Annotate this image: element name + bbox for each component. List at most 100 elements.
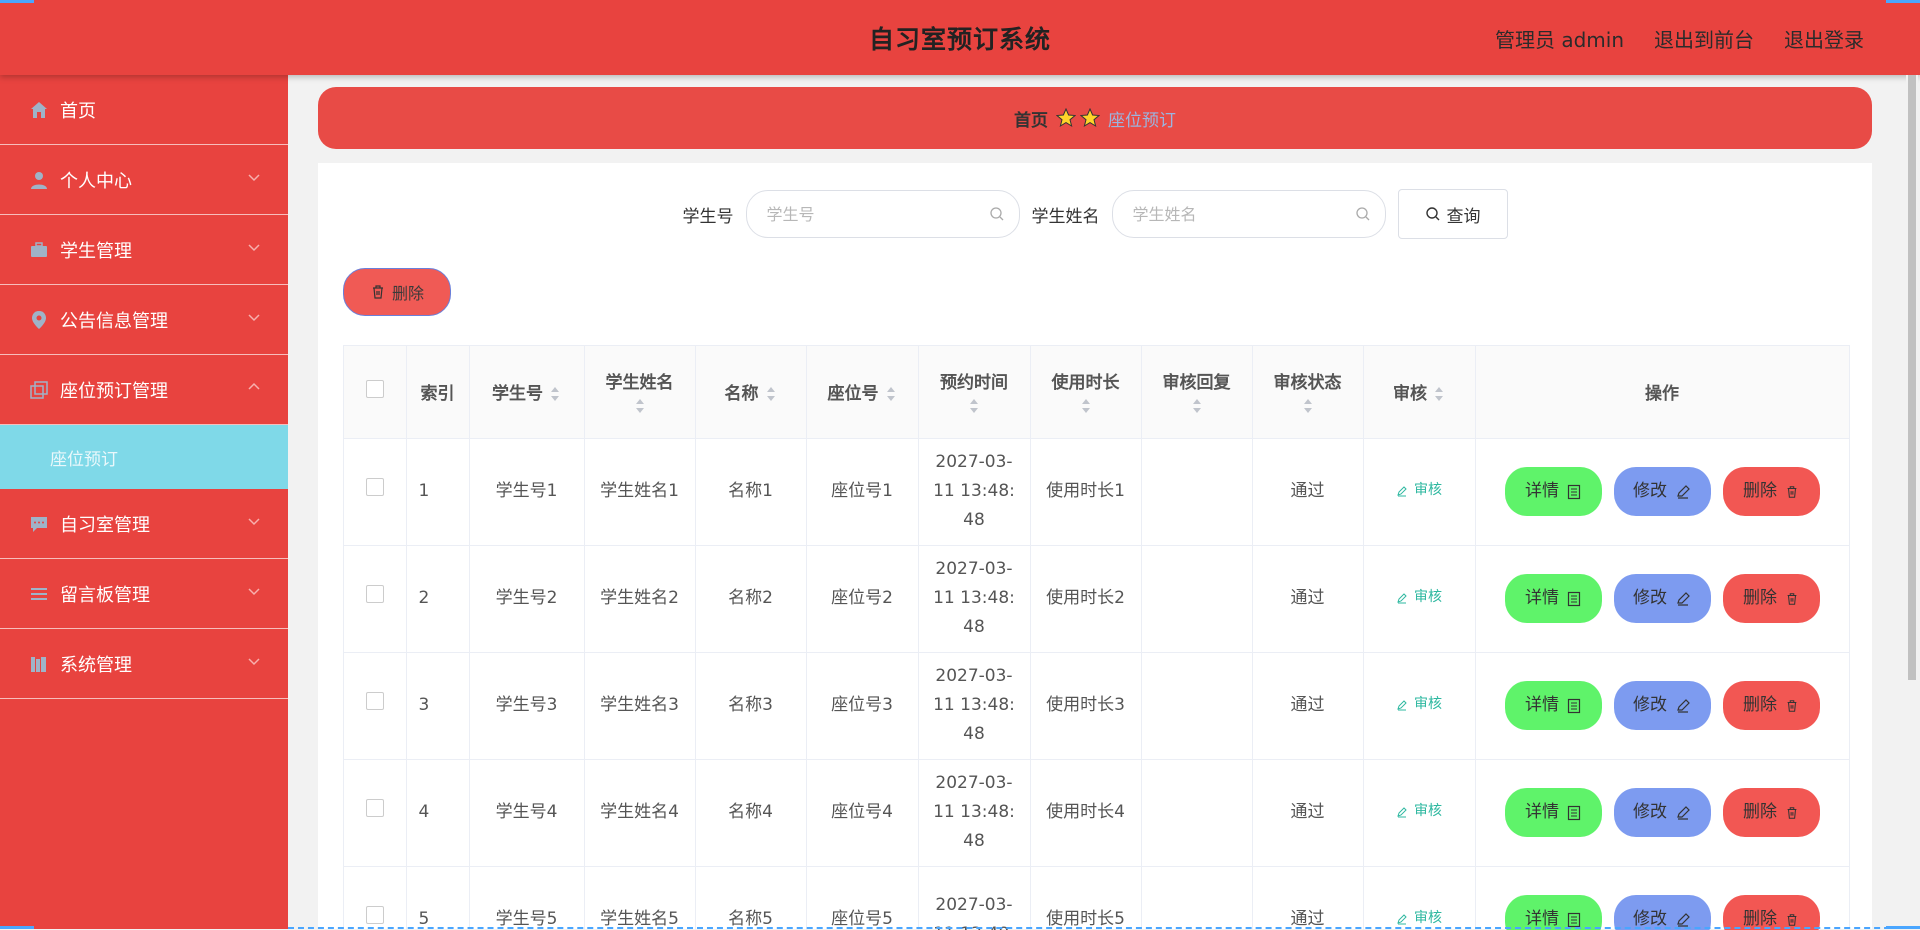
header-student-no[interactable]: 学生号: [469, 346, 584, 438]
header-audit[interactable]: 审核: [1363, 346, 1475, 438]
sidebar-item-message-board-management[interactable]: 留言板管理: [0, 559, 288, 629]
sort-icon[interactable]: [968, 397, 980, 415]
sort-icon[interactable]: [765, 385, 777, 403]
sidebar-item-study-room-management[interactable]: 自习室管理: [0, 489, 288, 559]
sidebar-subitem-seat-booking[interactable]: 座位预订: [0, 425, 288, 489]
detail-button[interactable]: 详情: [1505, 574, 1602, 623]
sort-icon[interactable]: [634, 397, 646, 415]
scrollbar-thumb[interactable]: [1908, 75, 1916, 680]
detail-button-label: 详情: [1525, 584, 1559, 613]
edit-button-label: 修改: [1633, 691, 1667, 720]
sidebar-item-system-management[interactable]: 系统管理: [0, 629, 288, 699]
sidebar-item-student-management[interactable]: 学生管理: [0, 215, 288, 285]
document-icon: [1567, 591, 1581, 607]
sort-icon[interactable]: [549, 385, 561, 403]
pin-icon: [28, 309, 50, 331]
student-name-input[interactable]: [1131, 204, 1355, 225]
edit-button[interactable]: 修改: [1614, 574, 1711, 623]
cell-name: 名称3: [695, 652, 806, 759]
cell-student-no: 学生号4: [469, 759, 584, 866]
checkbox[interactable]: [366, 799, 384, 817]
cell-booking-time: 2027-03-11 13:48:48: [918, 438, 1030, 545]
delete-button[interactable]: 删除: [1723, 895, 1820, 930]
cell-student-no: 学生号2: [469, 545, 584, 652]
sort-icon[interactable]: [885, 385, 897, 403]
delete-button[interactable]: 删除: [1723, 574, 1820, 623]
checkbox[interactable]: [366, 906, 384, 924]
delete-button[interactable]: 删除: [1723, 681, 1820, 730]
checkbox[interactable]: [366, 380, 384, 398]
delete-button-label: 删除: [1743, 477, 1777, 506]
header-actions: 操作: [1475, 346, 1849, 438]
header-label: 使用时长: [1052, 373, 1120, 393]
chevron-down-icon: [246, 513, 262, 529]
header-student-name[interactable]: 学生姓名: [584, 346, 695, 438]
exit-to-front-link[interactable]: 退出到前台: [1654, 24, 1754, 53]
row-select[interactable]: [344, 866, 406, 930]
user-icon: [28, 169, 50, 191]
header-duration[interactable]: 使用时长: [1030, 346, 1141, 438]
header-select-all[interactable]: [344, 346, 406, 438]
detail-button[interactable]: 详情: [1505, 895, 1602, 930]
audit-link[interactable]: 审核: [1396, 583, 1442, 612]
header-audit-status[interactable]: 审核状态: [1252, 346, 1363, 438]
checkbox[interactable]: [366, 692, 384, 710]
row-select[interactable]: [344, 438, 406, 545]
library-icon: [28, 653, 50, 675]
header-booking-time[interactable]: 预约时间: [918, 346, 1030, 438]
sidebar-item-personal-center[interactable]: 个人中心: [0, 145, 288, 215]
time-line: 48: [925, 506, 1024, 535]
cell-actions: 详情修改删除: [1475, 866, 1849, 930]
sidebar-item-home[interactable]: 首页: [0, 75, 288, 145]
cell-audit-status: 通过: [1252, 545, 1363, 652]
audit-link[interactable]: 审核: [1396, 690, 1442, 719]
query-button[interactable]: 查询: [1398, 189, 1508, 239]
main-content: 首页 座位预订 学生号 学生姓名 查询 删除: [288, 75, 1920, 929]
audit-link[interactable]: 审核: [1396, 797, 1442, 826]
sort-icon[interactable]: [1433, 385, 1445, 403]
header-label: 名称: [725, 384, 759, 404]
edit-button-label: 修改: [1633, 584, 1667, 613]
row-select[interactable]: [344, 759, 406, 866]
header-seat[interactable]: 座位号: [806, 346, 918, 438]
header-label: 审核回复: [1163, 373, 1231, 393]
student-no-input[interactable]: [765, 204, 989, 225]
cell-student-name: 学生姓名4: [584, 759, 695, 866]
trash-icon: [1785, 591, 1799, 607]
edit-button[interactable]: 修改: [1614, 467, 1711, 516]
checkbox[interactable]: [366, 585, 384, 603]
sort-icon[interactable]: [1080, 397, 1092, 415]
logout-link[interactable]: 退出登录: [1784, 24, 1864, 53]
edit-button[interactable]: 修改: [1614, 788, 1711, 837]
row-select[interactable]: [344, 652, 406, 759]
time-line: 2027-03-: [925, 555, 1024, 584]
bulk-delete-button[interactable]: 删除: [343, 268, 451, 316]
header-label: 学生号: [492, 384, 543, 404]
header-label: 预约时间: [940, 373, 1008, 393]
breadcrumb-home[interactable]: 首页: [1014, 106, 1048, 131]
checkbox[interactable]: [366, 478, 384, 496]
vertical-scrollbar[interactable]: [1906, 75, 1918, 929]
sort-icon[interactable]: [1191, 397, 1203, 415]
delete-button[interactable]: 删除: [1723, 788, 1820, 837]
delete-button[interactable]: 删除: [1723, 467, 1820, 516]
sort-icon[interactable]: [1302, 397, 1314, 415]
detail-button[interactable]: 详情: [1505, 681, 1602, 730]
search-icon: [989, 206, 1005, 222]
detail-button[interactable]: 详情: [1505, 467, 1602, 516]
header-name[interactable]: 名称: [695, 346, 806, 438]
admin-user-label[interactable]: 管理员 admin: [1495, 24, 1624, 53]
audit-link[interactable]: 审核: [1396, 476, 1442, 505]
header-label: 学生姓名: [606, 373, 674, 393]
sidebar-item-seat-booking-management[interactable]: 座位预订管理: [0, 355, 288, 425]
cell-name: 名称1: [695, 438, 806, 545]
time-line: 2027-03-: [925, 769, 1024, 798]
edit-button[interactable]: 修改: [1614, 681, 1711, 730]
header-audit-reply[interactable]: 审核回复: [1141, 346, 1252, 438]
edit-button[interactable]: 修改: [1614, 895, 1711, 930]
sidebar-item-announcement-management[interactable]: 公告信息管理: [0, 285, 288, 355]
row-select[interactable]: [344, 545, 406, 652]
cell-booking-time: 2027-03-11 13:48:48: [918, 545, 1030, 652]
cell-duration: 使用时长4: [1030, 759, 1141, 866]
detail-button[interactable]: 详情: [1505, 788, 1602, 837]
